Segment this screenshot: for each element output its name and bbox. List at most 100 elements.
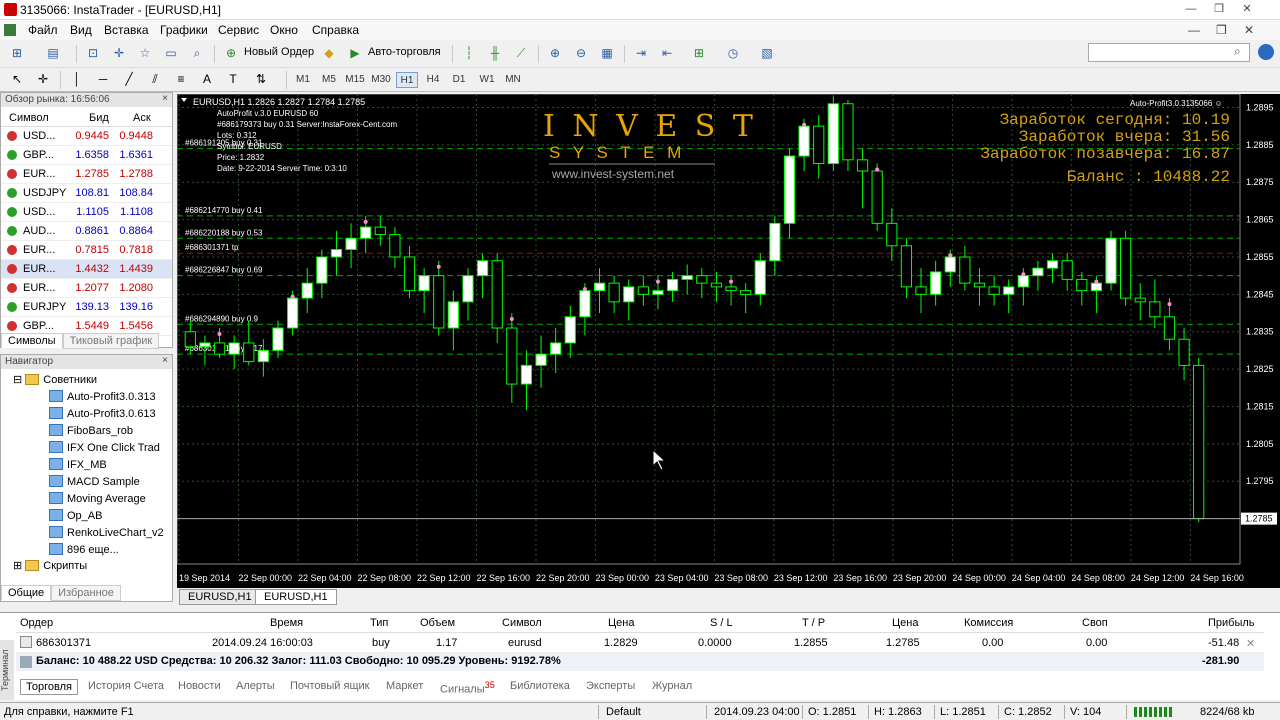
col-volume[interactable]: Объем — [420, 617, 455, 629]
market-row[interactable]: USD... 1.1105 1.1108 — [1, 203, 172, 222]
line-chart-icon[interactable]: ⟋ — [512, 44, 530, 62]
tab-tick-chart[interactable]: Тиковый график — [62, 333, 160, 349]
col-symbol[interactable]: Символ — [9, 112, 49, 124]
minimize-button[interactable]: — — [1180, 1, 1202, 17]
chart-tab-1[interactable]: EURUSD,H1 — [179, 589, 261, 605]
tf-w1[interactable]: W1 — [476, 72, 498, 88]
tf-m30[interactable]: M30 — [370, 72, 392, 88]
tf-m1[interactable]: M1 — [292, 72, 314, 88]
nav-expert-item[interactable]: RenkoLiveChart_v2 — [49, 526, 171, 539]
templates-icon[interactable]: ▧ — [758, 44, 776, 62]
nav-group-experts[interactable]: ⊟ Советники — [13, 373, 97, 386]
col-commission[interactable]: Комиссия — [964, 617, 1013, 629]
new-chart-icon[interactable]: ⊞ — [8, 44, 26, 62]
nav-expert-item[interactable]: IFX One Click Trad — [49, 441, 171, 454]
market-row[interactable]: EUR... 0.7815 0.7818 — [1, 241, 172, 260]
autotrading-icon[interactable]: ▶ — [346, 44, 364, 62]
col-swap[interactable]: Своп — [1082, 617, 1108, 629]
menu-insert[interactable]: Вставка — [104, 23, 149, 37]
horizontal-line-icon[interactable]: ─ — [94, 70, 112, 88]
nav-expert-item[interactable]: Auto-Profit3.0.613 — [49, 407, 171, 420]
arrows-icon[interactable]: ⇅ — [252, 70, 270, 88]
col-sl[interactable]: S / L — [710, 617, 733, 629]
menu-window[interactable]: Окно — [270, 23, 298, 37]
tf-h1[interactable]: H1 — [396, 72, 418, 88]
text-label-icon[interactable]: T — [224, 70, 242, 88]
tab-alerts[interactable]: Алерты — [236, 680, 275, 692]
tf-mn[interactable]: MN — [502, 72, 524, 88]
menu-file[interactable]: Файл — [28, 23, 58, 37]
tf-h4[interactable]: H4 — [422, 72, 444, 88]
nav-expert-item[interactable]: IFX_MB — [49, 458, 171, 471]
tab-library[interactable]: Библиотека — [510, 680, 570, 692]
col-profit[interactable]: Прибыль — [1208, 617, 1255, 629]
tab-news[interactable]: Новости — [178, 680, 221, 692]
nav-expert-item[interactable]: Moving Average — [49, 492, 171, 505]
periods-icon[interactable]: ◷ — [724, 44, 742, 62]
autoscroll-icon[interactable]: ⇥ — [632, 44, 650, 62]
col-tp[interactable]: T / P — [802, 617, 825, 629]
community-icon[interactable] — [1258, 44, 1274, 60]
menu-tools[interactable]: Сервис — [218, 23, 259, 37]
col-time[interactable]: Время — [270, 617, 303, 629]
chart-tab-2[interactable]: EURUSD,H1 — [255, 589, 337, 605]
nav-expert-item[interactable]: FiboBars_rob — [49, 424, 171, 437]
market-row[interactable]: USD... 0.9445 0.9448 — [1, 127, 172, 146]
order-row[interactable]: 686301371 2014.09.24 16:00:03 buy 1.17 e… — [16, 633, 1264, 653]
col-ask[interactable]: Аск — [133, 112, 151, 124]
col-bid[interactable]: Бид — [89, 112, 109, 124]
vertical-line-icon[interactable]: │ — [68, 70, 86, 88]
market-row[interactable]: EURJPY 139.13 139.16 — [1, 298, 172, 317]
col-price-current[interactable]: Цена — [892, 617, 918, 629]
inner-minimize-button[interactable]: — — [1188, 23, 1200, 37]
terminal-icon[interactable]: ▭ — [162, 44, 180, 62]
navigator-icon[interactable]: ☆ — [136, 44, 154, 62]
candlestick-icon[interactable]: ╫ — [486, 44, 504, 62]
tf-d1[interactable]: D1 — [448, 72, 470, 88]
tab-trade[interactable]: Торговля — [20, 679, 78, 695]
tab-common[interactable]: Общие — [1, 585, 52, 600]
close-order-icon[interactable]: ✕ — [1246, 637, 1255, 650]
tab-history[interactable]: История Счета — [88, 680, 164, 692]
tester-icon[interactable]: ⌕ — [188, 44, 206, 62]
market-row[interactable]: AUD... 0.8861 0.8864 — [1, 222, 172, 241]
tf-m5[interactable]: M5 — [318, 72, 340, 88]
cursor-icon[interactable]: ↖ — [8, 70, 26, 88]
indicators-icon[interactable]: ⊞ — [690, 44, 708, 62]
nav-expert-item[interactable]: Auto-Profit3.0.313 — [49, 390, 171, 403]
menu-view[interactable]: Вид — [70, 23, 92, 37]
data-window-icon[interactable]: ✛ — [110, 44, 128, 62]
fibo-icon[interactable]: ≡ — [172, 70, 190, 88]
tab-mailbox[interactable]: Почтовый ящик — [290, 680, 369, 692]
new-order-button[interactable]: Новый Ордер — [244, 46, 314, 58]
inner-restore-button[interactable]: ❐ — [1216, 23, 1227, 37]
crosshair-icon[interactable]: ✛ — [34, 70, 52, 88]
nav-expert-item[interactable]: 896 еще... — [49, 543, 171, 556]
tile-windows-icon[interactable]: ▦ — [598, 44, 616, 62]
autotrading-button[interactable]: Авто-торговля — [368, 46, 441, 58]
zoom-in-icon[interactable]: ⊕ — [546, 44, 564, 62]
close-icon[interactable]: × — [162, 93, 168, 104]
market-row[interactable]: GBP... 1.6358 1.6361 — [1, 146, 172, 165]
col-order[interactable]: Ордер — [20, 617, 53, 629]
menu-charts[interactable]: Графики — [160, 23, 208, 37]
text-icon[interactable]: A — [198, 70, 216, 88]
market-row[interactable]: EUR... 1.2077 1.2080 — [1, 279, 172, 298]
price-chart[interactable]: 1.2895 1.2885 1.2875 1.2865 1.2855 1.2845 1.28… — [177, 94, 1280, 588]
bar-chart-icon[interactable]: ┆ — [460, 44, 478, 62]
tab-symbols[interactable]: Символы — [1, 333, 63, 348]
nav-expert-item[interactable]: MACD Sample — [49, 475, 171, 488]
col-price[interactable]: Цена — [608, 617, 634, 629]
channel-icon[interactable]: ⫽ — [146, 70, 164, 88]
tab-journal[interactable]: Журнал — [652, 680, 692, 692]
new-order-icon[interactable]: ⊕ — [222, 44, 240, 62]
tab-experts[interactable]: Эксперты — [586, 680, 635, 692]
search-icon[interactable]: ⌕ — [1234, 44, 1241, 59]
zoom-out-icon[interactable]: ⊖ — [572, 44, 590, 62]
tab-signals[interactable]: Сигналы35 — [440, 680, 495, 696]
inner-close-button[interactable]: ✕ — [1244, 23, 1254, 37]
chart-window[interactable]: 1.2895 1.2885 1.2875 1.2865 1.2855 1.2845 1.28… — [177, 94, 1280, 588]
close-button[interactable]: ✕ — [1236, 1, 1258, 17]
market-watch-icon[interactable]: ⊡ — [84, 44, 102, 62]
metaeditor-icon[interactable]: ◆ — [320, 44, 338, 62]
